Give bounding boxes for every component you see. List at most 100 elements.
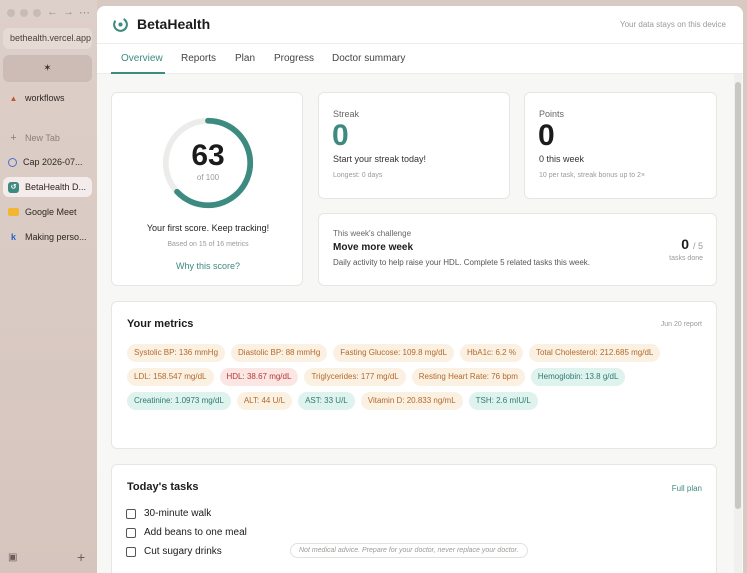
metric-chip[interactable]: AST: 33 U/L: [298, 392, 355, 410]
task-item[interactable]: 30-minute walk: [126, 508, 211, 519]
betahealth-logo-icon: [113, 17, 128, 32]
points-label: Points: [539, 109, 565, 119]
metric-chip[interactable]: HDL: 38.67 mg/dL: [219, 368, 299, 386]
minimize-window-button[interactable]: [20, 9, 28, 17]
metrics-chip-list: Systolic BP: 136 mmHg Diastolic BP: 88 mm…: [127, 344, 707, 410]
sidebar-item-label: Making perso...: [25, 232, 87, 242]
plus-icon: +: [10, 132, 17, 144]
browser-sidebar: ← → ⋯ bethealth.vercel.app ✶ ▲ workflows…: [0, 0, 97, 573]
metric-chip[interactable]: Diastolic BP: 88 mmHg: [231, 344, 328, 362]
privacy-note: Your data stays on this device: [620, 20, 726, 29]
k-icon: k: [10, 232, 16, 242]
challenge-label: This week's challenge: [333, 229, 412, 238]
metric-chip[interactable]: Fasting Glucose: 109.8 mg/dL: [333, 344, 455, 362]
metrics-title: Your metrics: [127, 318, 194, 330]
forward-icon[interactable]: →: [63, 6, 74, 18]
metric-chip[interactable]: Systolic BP: 136 mmHg: [127, 344, 226, 362]
tab-progress[interactable]: Progress: [274, 53, 314, 64]
sidebar-item-label: Google Meet: [25, 207, 77, 217]
points-card: Points 0 0 this week 10 per task, streak…: [524, 92, 717, 199]
page-scrollbar[interactable]: [734, 74, 742, 573]
archive-icon[interactable]: ▣: [8, 552, 17, 563]
challenge-count: 0: [681, 236, 690, 252]
challenge-description: Daily activity to help raise your HDL. C…: [333, 258, 590, 267]
meet-icon: [8, 208, 19, 216]
metric-chip[interactable]: HbA1c: 6.2 %: [460, 344, 523, 362]
full-plan-link[interactable]: Full plan: [672, 484, 702, 493]
medical-disclaimer: Not medical advice. Prepare for your doc…: [290, 543, 528, 558]
scrollbar-thumb[interactable]: [735, 82, 741, 509]
task-item[interactable]: Cut sugary drinks: [126, 546, 222, 557]
metric-chip[interactable]: Triglycerides: 177 mg/dL: [304, 368, 406, 386]
sidebar-item-new-tab[interactable]: + New Tab: [3, 128, 92, 148]
metric-chip[interactable]: Vitamin D: 20.833 ng/mL: [360, 392, 463, 410]
health-score-card: 63 of 100 Your first score. Keep trackin…: [111, 92, 303, 286]
challenge-progress-label: tasks done: [669, 255, 703, 262]
sidebar-item-google-meet[interactable]: Google Meet: [3, 202, 92, 222]
metric-chip[interactable]: ALT: 44 U/L: [236, 392, 293, 410]
sidebar-item-workflows[interactable]: ▲ workflows: [3, 88, 92, 108]
metric-chip[interactable]: LDL: 158.547 mg/dL: [127, 368, 214, 386]
task-checkbox[interactable]: [126, 508, 136, 519]
metric-chip[interactable]: Resting Heart Rate: 76 bpm: [411, 368, 525, 386]
points-description: 0 this week: [539, 154, 585, 164]
sidebar-item-making[interactable]: k Making perso...: [3, 227, 92, 247]
streak-longest: Longest: 0 days: [333, 172, 383, 179]
pinned-tab[interactable]: ✶: [3, 55, 92, 82]
app-window: BetaHealth Your data stays on this devic…: [97, 6, 743, 573]
challenge-total: / 5: [692, 241, 703, 251]
active-tab-indicator: [111, 72, 165, 74]
task-checkbox[interactable]: [126, 546, 136, 557]
metric-chip[interactable]: Hemoglobin: 13.8 g/dL: [530, 368, 626, 386]
task-label: Cut sugary drinks: [144, 546, 222, 557]
task-label: 30-minute walk: [144, 508, 212, 519]
tab-doctor-summary[interactable]: Doctor summary: [332, 53, 405, 64]
close-window-button[interactable]: [7, 9, 15, 17]
metrics-report-date: Jun 20 report: [660, 321, 702, 328]
sidebar-item-label: Cap 2026-07...: [23, 157, 83, 167]
window-controls: [7, 9, 41, 17]
sidebar-item-label: BetaHealth D...: [25, 182, 87, 192]
task-item[interactable]: Add beans to one meal: [126, 527, 247, 538]
streak-label: Streak: [333, 109, 360, 119]
task-checkbox[interactable]: [126, 527, 136, 538]
tasks-card: Today's tasks Full plan 30-minute walk A…: [111, 464, 717, 573]
challenge-title: Move more week: [333, 242, 414, 253]
betahealth-icon: ↺: [8, 181, 19, 193]
zoom-window-button[interactable]: [33, 9, 41, 17]
sidebar-item-label: New Tab: [25, 133, 60, 143]
score-out-of: of 100: [196, 173, 220, 182]
brand-name: BetaHealth: [137, 16, 211, 32]
new-tab-plus-icon[interactable]: +: [77, 549, 85, 565]
tasks-title: Today's tasks: [127, 481, 199, 493]
points-value: 0: [538, 119, 555, 152]
metric-chip[interactable]: Total Cholesterol: 212.685 mg/dL: [528, 344, 661, 362]
points-rules: 10 per task, streak bonus up to 2×: [539, 172, 646, 179]
why-score-link[interactable]: Why this score?: [112, 261, 304, 271]
task-label: Add beans to one meal: [144, 527, 247, 538]
metric-chip[interactable]: TSH: 2.6 mIU/L: [468, 392, 538, 410]
metrics-card: Your metrics Jun 20 report Systolic BP: …: [111, 301, 717, 449]
streak-description: Start your streak today!: [333, 154, 427, 164]
score-basis: Based on 15 of 16 metrics: [167, 241, 249, 248]
cap-icon: [8, 157, 17, 167]
streak-value: 0: [332, 119, 349, 152]
challenge-progress: 0 / 5: [681, 236, 703, 252]
score-value: 63: [191, 139, 225, 172]
sidebar-item-betahealth[interactable]: ↺ BetaHealth D...: [3, 177, 92, 197]
tab-plan[interactable]: Plan: [235, 53, 255, 64]
streak-card: Streak 0 Start your streak today! Longes…: [318, 92, 510, 199]
app-header: BetaHealth Your data stays on this devic…: [97, 6, 743, 44]
back-icon[interactable]: ←: [47, 6, 58, 18]
sidebar-item-cap[interactable]: Cap 2026-07...: [3, 152, 92, 172]
tab-overview[interactable]: Overview: [121, 53, 163, 64]
tab-bar: Overview Reports Plan Progress Doctor su…: [97, 44, 743, 74]
more-icon[interactable]: ⋯: [79, 6, 90, 19]
spark-icon: ✶: [43, 63, 52, 74]
bird-icon: ▲: [9, 93, 18, 103]
url-bar[interactable]: bethealth.vercel.app: [3, 28, 92, 49]
sidebar-item-label: workflows: [25, 93, 65, 103]
weekly-challenge-card: This week's challenge Move more week Dai…: [318, 213, 717, 286]
tab-reports[interactable]: Reports: [181, 53, 216, 64]
metric-chip[interactable]: Creatinine: 1.0973 mg/dL: [127, 392, 231, 410]
